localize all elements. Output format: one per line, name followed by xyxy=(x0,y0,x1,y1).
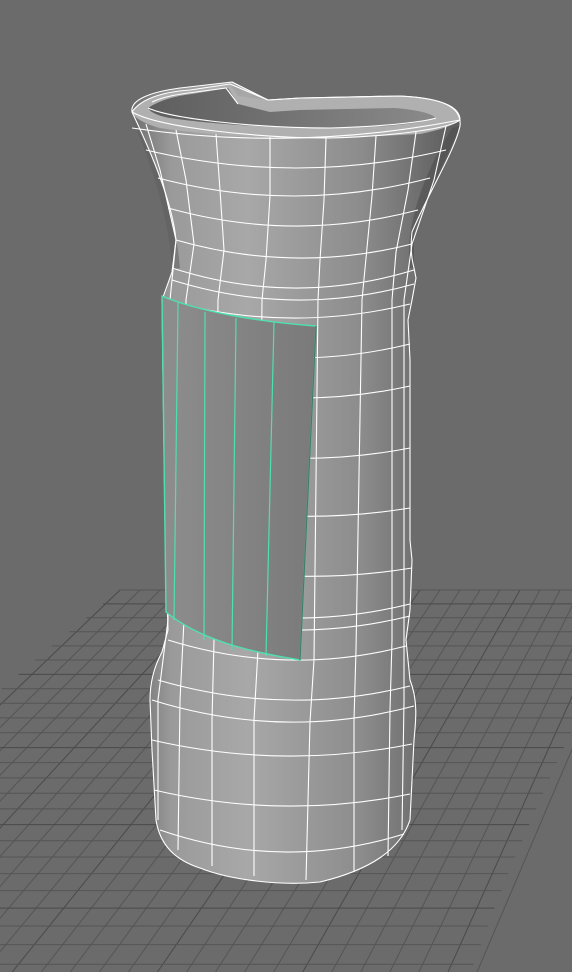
selected-faces[interactable] xyxy=(161,295,317,661)
perspective-viewport[interactable] xyxy=(0,0,572,972)
selected-face-strip[interactable] xyxy=(161,295,317,661)
viewport-canvas[interactable] xyxy=(0,0,572,972)
